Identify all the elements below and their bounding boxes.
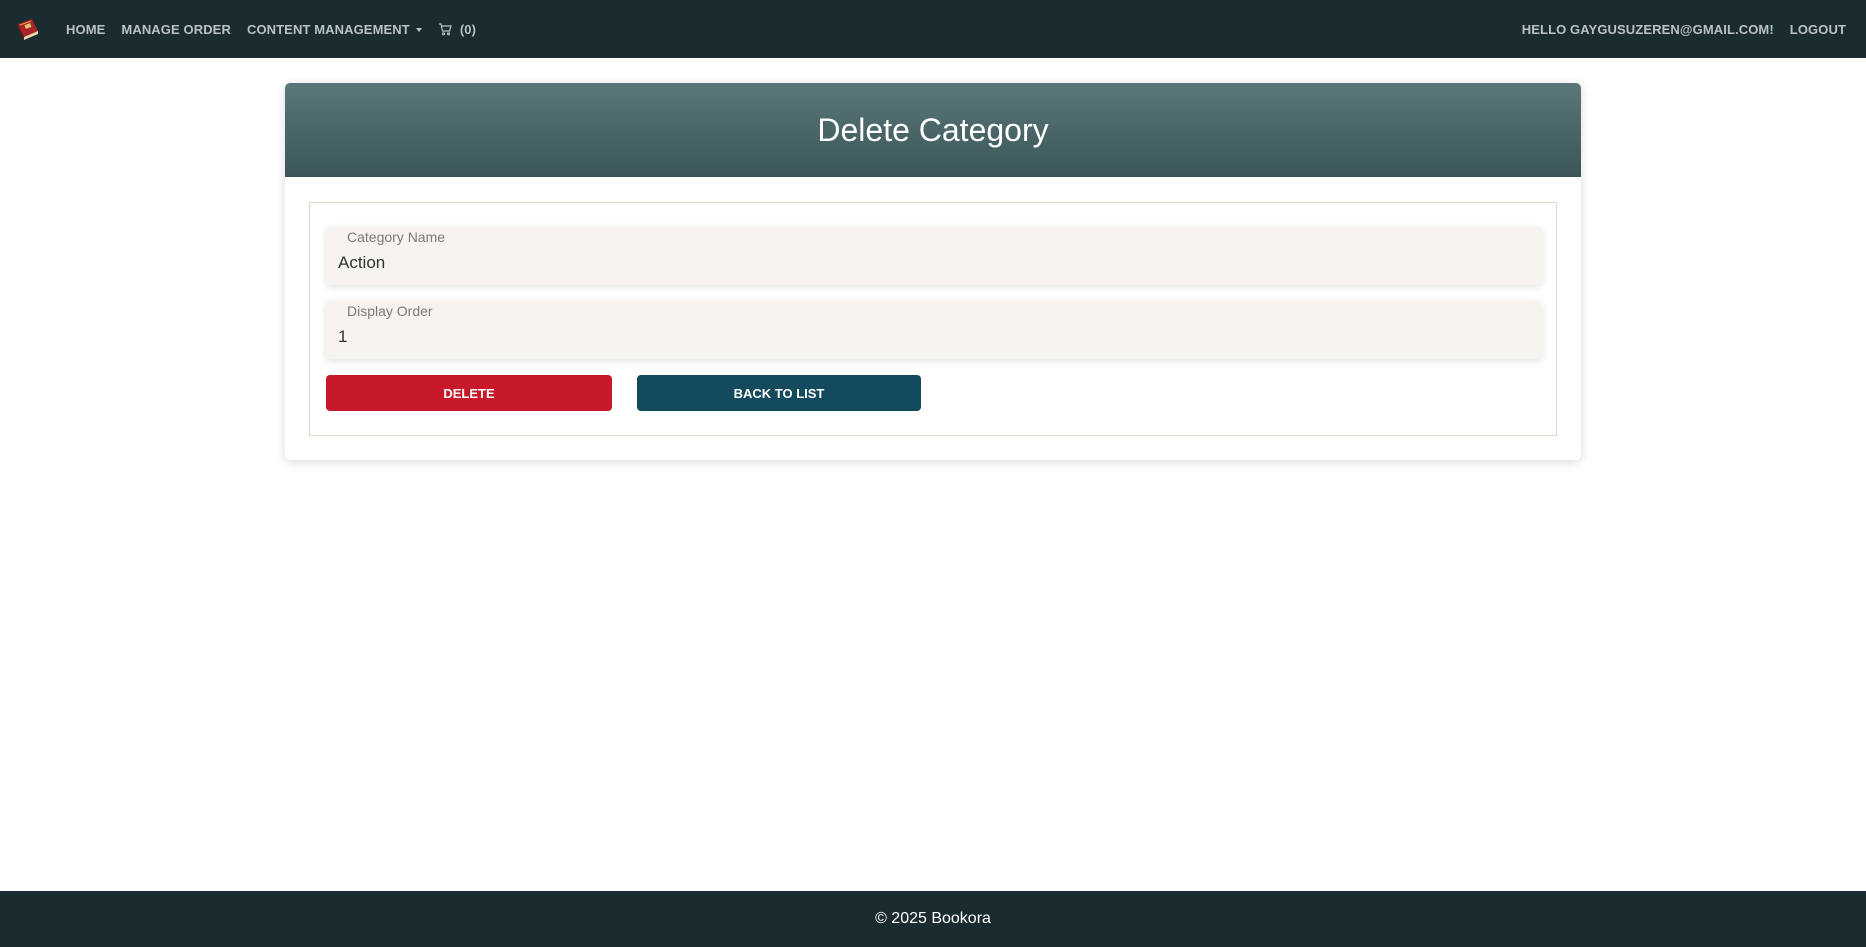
- category-name-field: Category Name: [326, 227, 1542, 285]
- delete-category-card: Delete Category Category Name Display Or…: [285, 83, 1581, 460]
- back-to-list-button[interactable]: BACK TO LIST: [637, 375, 921, 411]
- logout-link[interactable]: LOGOUT: [1790, 22, 1846, 37]
- nav-manage-order-label: MANAGE ORDER: [121, 21, 231, 37]
- nav-content-management-label: CONTENT MANAGEMENT: [246, 21, 410, 37]
- user-greeting-link[interactable]: HELLO GAYGUSUZEREN@GMAIL.COM!: [1522, 22, 1774, 37]
- nav-content-management-dropdown[interactable]: CONTENT MANAGEMENT: [247, 22, 422, 37]
- nav-home-label: HOME: [66, 21, 106, 37]
- book-logo-icon[interactable]: [14, 15, 42, 43]
- card-header: Delete Category: [285, 83, 1581, 177]
- display-order-input[interactable]: [338, 327, 1518, 347]
- cart-icon: [438, 22, 452, 36]
- category-name-input[interactable]: [338, 253, 1518, 273]
- footer: © 2025 Bookora: [0, 891, 1866, 947]
- logout-label: LOGOUT: [1789, 21, 1846, 37]
- nav-home-link[interactable]: HOME: [66, 22, 105, 37]
- nav-right-group: HELLO GAYGUSUZEREN@GMAIL.COM! LOGOUT: [1522, 22, 1852, 37]
- delete-button[interactable]: DELETE: [326, 375, 612, 411]
- category-name-label: Category Name: [347, 229, 446, 245]
- nav-cart-link[interactable]: (0): [438, 22, 476, 37]
- display-order-field: Display Order: [326, 301, 1542, 359]
- cart-count: (0): [459, 21, 477, 37]
- navbar: HOME MANAGE ORDER CONTENT MANAGEMENT (0)…: [0, 0, 1866, 58]
- page-title: Delete Category: [817, 111, 1049, 148]
- form-actions: DELETE BACK TO LIST: [326, 375, 1540, 411]
- user-greeting: HELLO GAYGUSUZEREN@GMAIL.COM!: [1521, 21, 1774, 37]
- footer-copyright: © 2025 Bookora: [875, 910, 991, 927]
- caret-down-icon: [415, 27, 422, 32]
- delete-form: Category Name Display Order DELETE BACK …: [309, 202, 1557, 436]
- display-order-label: Display Order: [347, 303, 433, 319]
- nav-manage-order-link[interactable]: MANAGE ORDER: [121, 22, 231, 37]
